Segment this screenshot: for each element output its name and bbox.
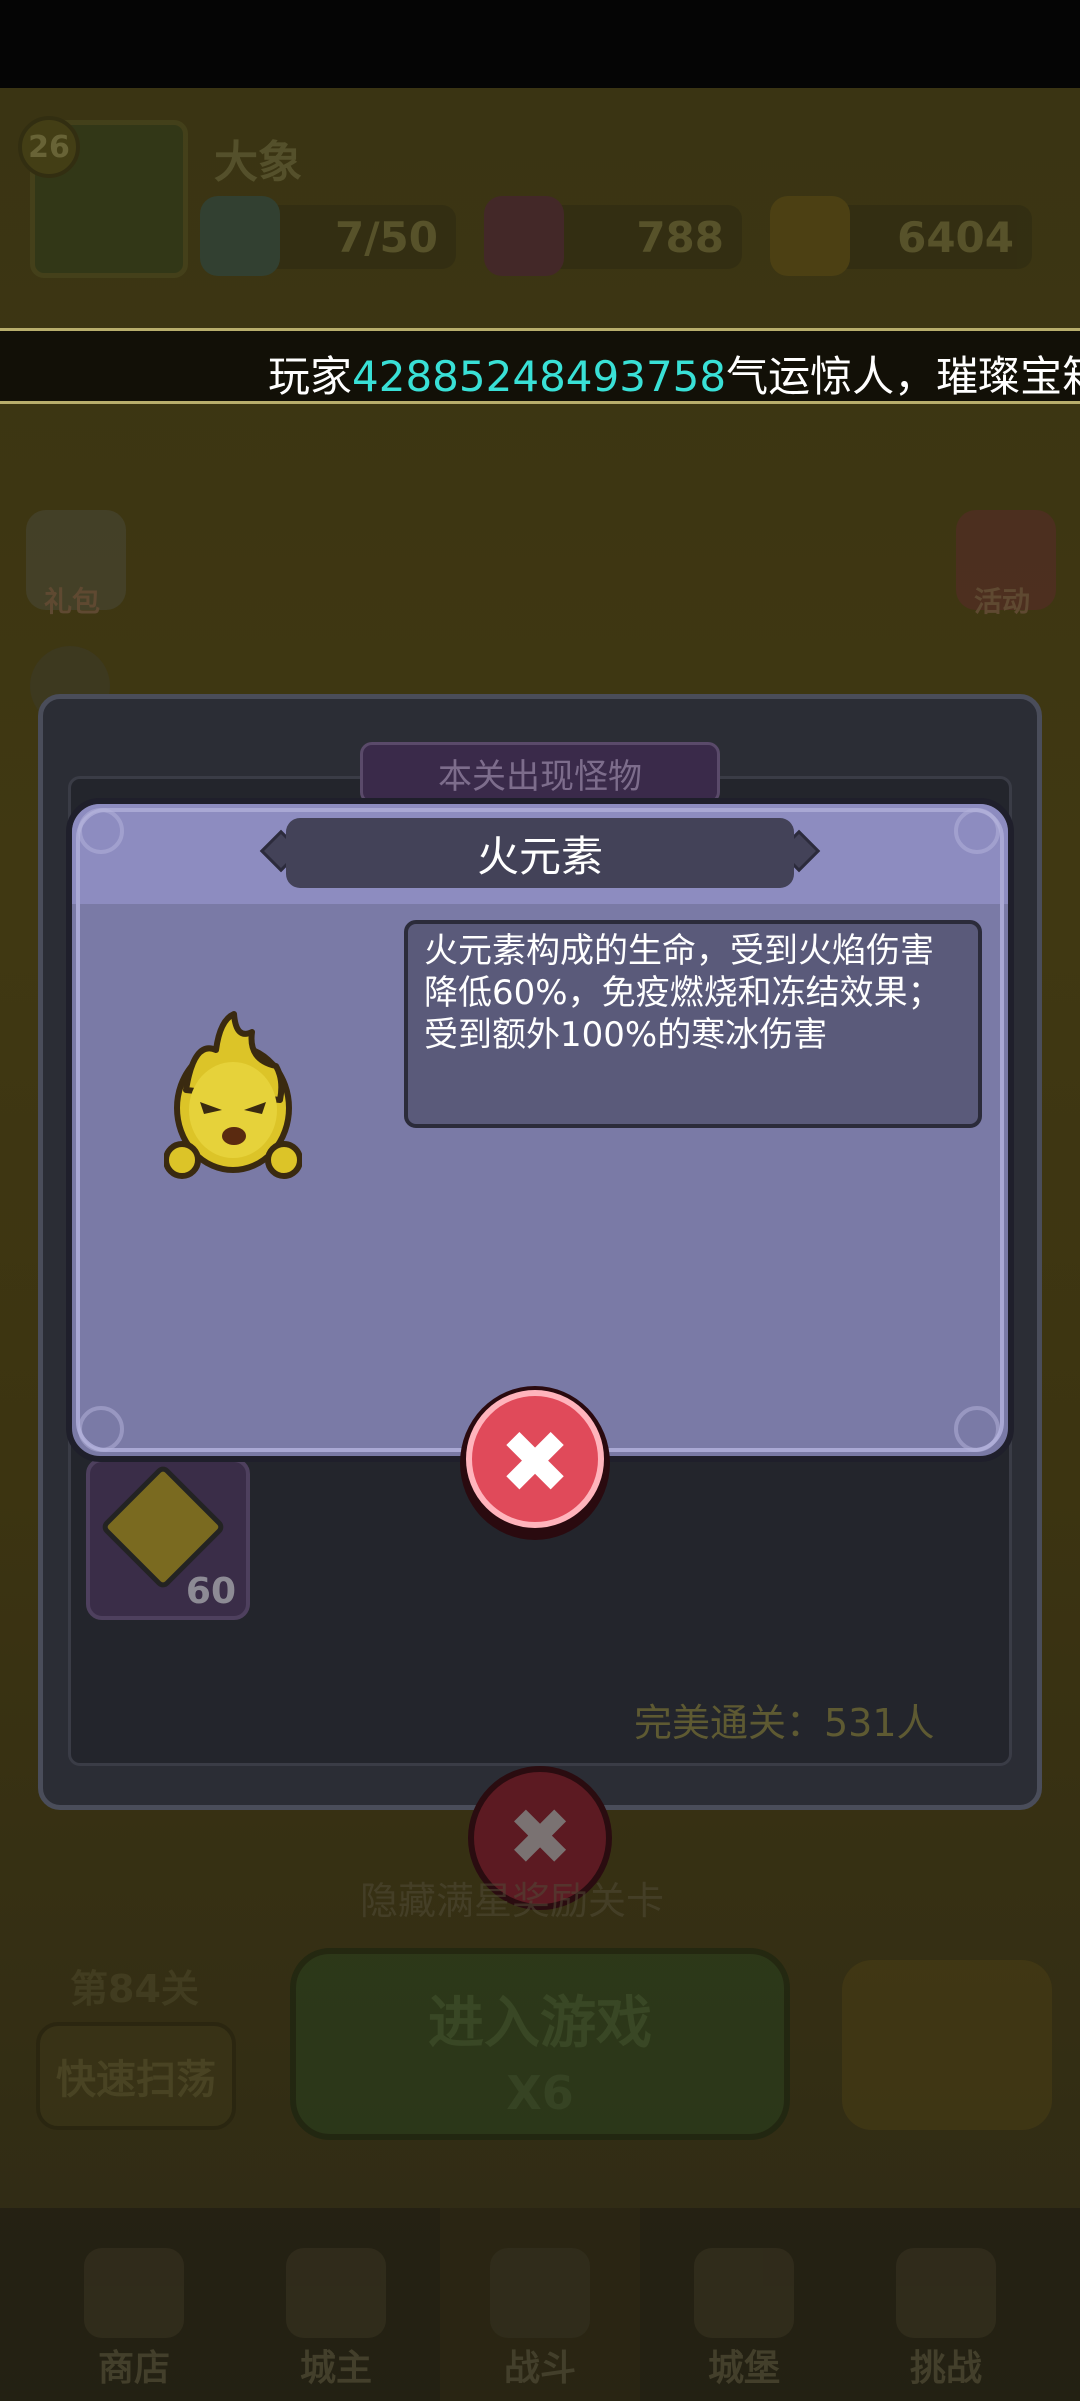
energy-icon[interactable] [200, 196, 280, 276]
announcement-ticker: 玩家42885248493758气运惊人，璀璨宝箱 [0, 328, 1080, 404]
enter-game-label: 进入游戏 [428, 1991, 652, 2056]
nav-challenge-label: 挑战 [909, 2348, 982, 2389]
nav-lord-label: 城主 [299, 2348, 372, 2389]
reward-item[interactable]: 60 [86, 1458, 250, 1620]
enter-game-button[interactable]: 进入游戏 X6 [290, 1948, 790, 2140]
ticker-suffix: 气运惊人，璀璨宝箱 [726, 352, 1080, 401]
perfect-clear-count: 完美通关：531人 [634, 1701, 935, 1745]
challenge-icon [896, 2248, 996, 2338]
status-bar [0, 0, 1080, 88]
gold-coin-icon[interactable] [770, 196, 850, 276]
castle-icon [694, 2248, 794, 2338]
nav-challenge[interactable]: 挑战 [846, 2208, 1046, 2401]
monster-description: 火元素构成的生命，受到火焰伤害降低60%，免疫燃烧和冻结效果；受到额外100%的… [404, 920, 982, 1128]
enter-game-cost: X6 [506, 2066, 574, 2120]
treasure-chest-icon[interactable] [842, 1960, 1052, 2130]
nav-shop-label: 商店 [97, 2348, 170, 2389]
nav-battle[interactable]: 战斗 [440, 2208, 640, 2401]
corner-ornament-icon [78, 808, 124, 854]
fire-elemental-icon [164, 1011, 302, 1179]
corner-ornament-icon [954, 1406, 1000, 1452]
hidden-stage-text: 隐藏满星奖励关卡 [360, 1879, 665, 1923]
corner-ornament-icon [78, 1406, 124, 1452]
nav-battle-label: 战斗 [503, 2348, 576, 2389]
level-badge: 26 [18, 116, 80, 178]
shop-icon [84, 2248, 184, 2338]
monster-list-title: 本关出现怪物 [360, 742, 720, 804]
ticker-player-id: 42885248493758 [352, 352, 727, 401]
reward-item-count: 60 [185, 1571, 236, 1612]
modal-close-button[interactable]: ✖ [460, 1386, 610, 1540]
crown-icon [286, 2248, 386, 2338]
gift-pack-label: 礼包 [44, 585, 101, 618]
activity-label: 活动 [974, 585, 1031, 618]
nav-lord[interactable]: 城主 [236, 2208, 436, 2401]
modal-title: 火元素 [476, 831, 603, 881]
quick-sweep-button[interactable]: 快速扫荡 [36, 2022, 236, 2130]
player-name: 大象 [214, 137, 302, 188]
ticker-prefix: 玩家 [268, 352, 353, 401]
gem-icon[interactable] [484, 196, 564, 276]
nav-shop[interactable]: 商店 [34, 2208, 234, 2401]
ticker-text: 玩家42885248493758气运惊人，璀璨宝箱 [268, 343, 1080, 401]
close-icon: ✖ [498, 1413, 572, 1513]
nav-castle-label: 城堡 [707, 2348, 780, 2389]
stage-label: 第84关 [70, 1967, 199, 2011]
crossed-swords-icon [490, 2248, 590, 2338]
corner-ornament-icon [954, 808, 1000, 854]
nav-castle[interactable]: 城堡 [644, 2208, 844, 2401]
